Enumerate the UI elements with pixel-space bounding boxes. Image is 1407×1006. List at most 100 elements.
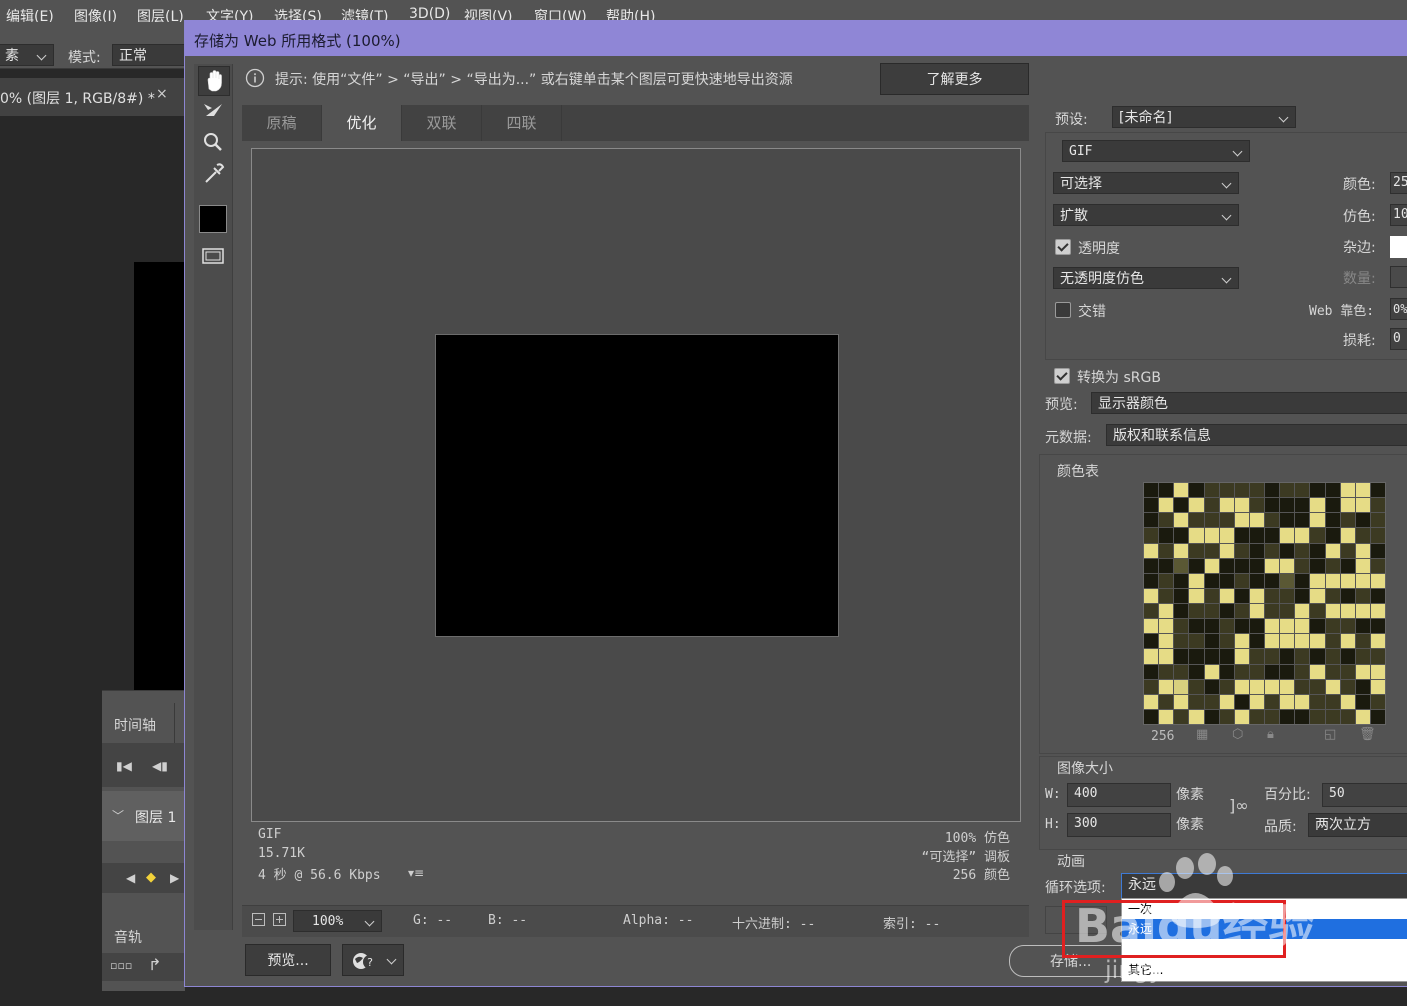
color-swatch[interactable] (1265, 634, 1280, 649)
color-swatch[interactable] (1355, 513, 1370, 528)
color-swatch[interactable] (1355, 664, 1370, 679)
color-swatch[interactable] (1310, 483, 1325, 498)
color-swatch[interactable] (1325, 483, 1340, 498)
color-swatch[interactable] (1204, 604, 1219, 619)
color-swatch[interactable] (1204, 498, 1219, 513)
color-swatch[interactable] (1189, 573, 1204, 588)
color-swatch[interactable] (1234, 558, 1249, 573)
lossy-input[interactable]: 0 (1390, 328, 1407, 350)
color-swatch[interactable] (1174, 573, 1189, 588)
color-swatch[interactable] (1310, 573, 1325, 588)
color-swatch[interactable] (1340, 634, 1355, 649)
color-swatch[interactable] (1159, 709, 1174, 724)
color-swatch[interactable] (1204, 483, 1219, 498)
color-swatch[interactable] (1280, 483, 1295, 498)
color-swatch[interactable] (1219, 513, 1234, 528)
color-swatch[interactable] (1159, 483, 1174, 498)
color-swatch[interactable] (1234, 709, 1249, 724)
color-swatch[interactable] (1204, 543, 1219, 558)
color-swatch[interactable] (1219, 709, 1234, 724)
tab-optimized[interactable]: 优化 (322, 105, 402, 141)
trash-icon[interactable]: 🗑︎ (1359, 727, 1376, 742)
color-swatch[interactable] (1370, 483, 1385, 498)
color-swatch[interactable] (1370, 558, 1385, 573)
color-swatch[interactable] (1370, 619, 1385, 634)
color-swatch[interactable] (1234, 498, 1249, 513)
color-swatch[interactable] (1310, 498, 1325, 513)
color-swatch[interactable] (1249, 558, 1264, 573)
color-swatch[interactable] (1370, 679, 1385, 694)
zoom-dropdown[interactable]: 100% (293, 910, 382, 932)
color-swatch[interactable] (1249, 649, 1264, 664)
color-swatch[interactable] (1310, 604, 1325, 619)
color-swatch[interactable] (1204, 513, 1219, 528)
tab-original[interactable]: 原稿 (242, 105, 322, 141)
color-swatch[interactable] (1340, 483, 1355, 498)
close-icon[interactable]: × (156, 86, 168, 102)
color-swatch[interactable] (1144, 619, 1159, 634)
color-swatch[interactable] (1325, 588, 1340, 603)
color-swatch[interactable] (1280, 604, 1295, 619)
color-swatch[interactable] (1340, 543, 1355, 558)
color-swatch[interactable] (1265, 604, 1280, 619)
color-swatch[interactable] (1144, 649, 1159, 664)
color-swatch[interactable] (1174, 709, 1189, 724)
color-swatch[interactable] (1174, 543, 1189, 558)
color-swatch[interactable] (1219, 558, 1234, 573)
prev-keyframe-icon[interactable]: ◀ (126, 871, 135, 885)
color-swatch[interactable] (1310, 634, 1325, 649)
color-swatch[interactable] (1219, 528, 1234, 543)
color-swatch[interactable] (1340, 679, 1355, 694)
color-swatch[interactable] (1310, 588, 1325, 603)
frames-icon[interactable]: ▫▫▫ (110, 959, 132, 972)
preset-dropdown[interactable]: [未命名] (1112, 106, 1296, 128)
color-swatch[interactable] (1249, 483, 1264, 498)
color-swatch[interactable] (1174, 498, 1189, 513)
color-swatch[interactable] (1310, 543, 1325, 558)
color-swatch[interactable] (1295, 498, 1310, 513)
color-swatch[interactable] (1189, 528, 1204, 543)
eyedropper-color-swatch[interactable] (199, 205, 227, 233)
color-swatch[interactable] (1159, 498, 1174, 513)
convert-srgb-checkbox[interactable] (1054, 368, 1070, 384)
color-swatch[interactable] (1355, 498, 1370, 513)
color-swatch[interactable] (1174, 588, 1189, 603)
color-swatch[interactable] (1189, 649, 1204, 664)
color-swatch[interactable] (1204, 634, 1219, 649)
color-table-grid[interactable] (1143, 482, 1386, 725)
loop-option-other[interactable]: 其它... (1122, 959, 1407, 981)
color-swatch[interactable] (1355, 649, 1370, 664)
color-swatch[interactable] (1234, 604, 1249, 619)
color-reduction-dropdown[interactable]: 可选择 (1053, 172, 1239, 194)
color-swatch[interactable] (1204, 649, 1219, 664)
color-swatch[interactable] (1144, 498, 1159, 513)
color-swatch[interactable] (1189, 694, 1204, 709)
color-swatch[interactable] (1325, 498, 1340, 513)
color-swatch[interactable] (1280, 528, 1295, 543)
color-swatch[interactable] (1174, 694, 1189, 709)
preview-image[interactable] (435, 334, 839, 637)
timeline-title[interactable]: 时间轴 (114, 715, 156, 735)
color-swatch[interactable] (1325, 604, 1340, 619)
color-swatch[interactable] (1265, 694, 1280, 709)
color-swatch[interactable] (1144, 483, 1159, 498)
color-swatch[interactable] (1204, 588, 1219, 603)
color-swatch[interactable] (1189, 498, 1204, 513)
color-swatch[interactable] (1325, 513, 1340, 528)
color-swatch[interactable] (1265, 588, 1280, 603)
color-swatch[interactable] (1355, 483, 1370, 498)
color-swatch[interactable] (1219, 664, 1234, 679)
color-swatch[interactable] (1249, 543, 1264, 558)
color-swatch[interactable] (1310, 664, 1325, 679)
color-swatch[interactable] (1280, 619, 1295, 634)
color-swatch[interactable] (1280, 573, 1295, 588)
color-swatch[interactable] (1325, 649, 1340, 664)
color-swatch[interactable] (1265, 528, 1280, 543)
color-swatch[interactable] (1340, 573, 1355, 588)
color-swatch[interactable] (1144, 573, 1159, 588)
color-swatch[interactable] (1144, 528, 1159, 543)
color-swatch[interactable] (1295, 649, 1310, 664)
color-swatch[interactable] (1340, 619, 1355, 634)
interlace-checkbox[interactable] (1055, 302, 1071, 318)
color-swatch[interactable] (1219, 483, 1234, 498)
